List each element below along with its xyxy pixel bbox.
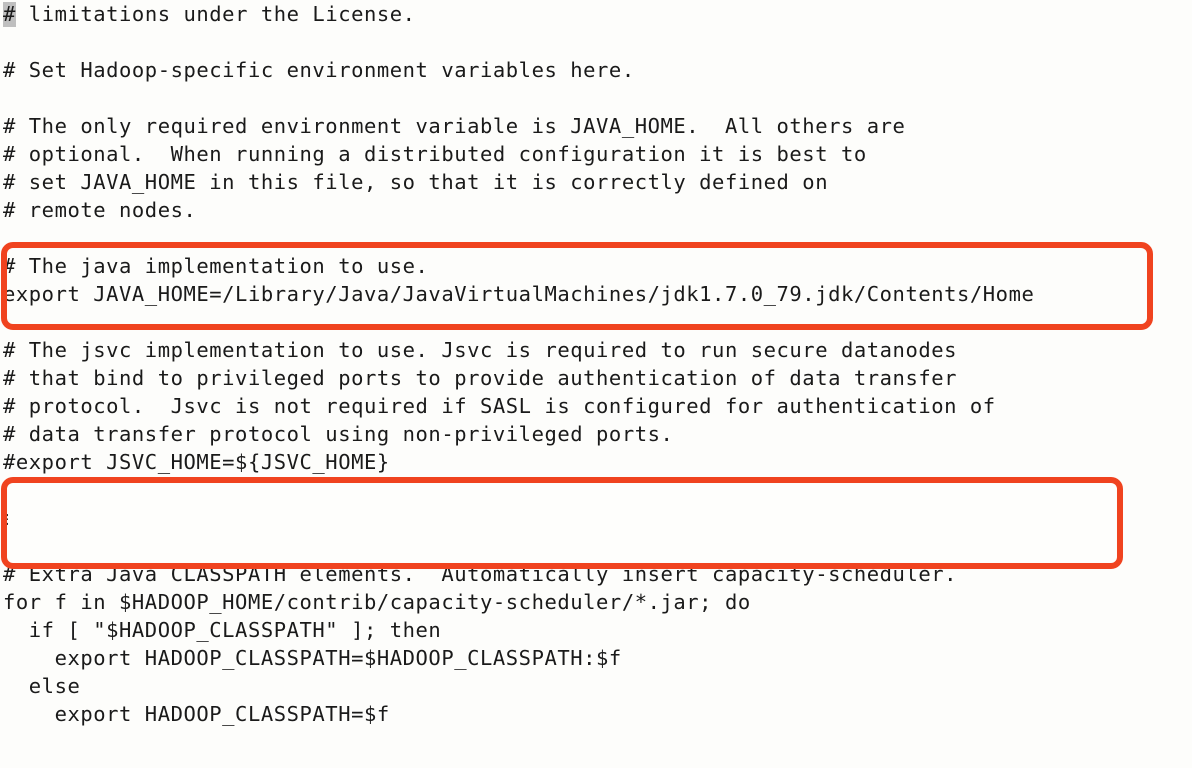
code-line-text: # optional. When running a distributed c… — [3, 142, 867, 166]
code-line-text: # set JAVA_HOME in this file, so that it… — [3, 170, 829, 194]
code-line-text: # Set Hadoop-specific environment variab… — [3, 58, 635, 82]
code-line-text: for f in $HADOOP_HOME/contrib/capacity-s… — [3, 590, 751, 614]
code-line[interactable]: # optional. When running a distributed c… — [0, 140, 1192, 168]
code-line-text: # The only required environment variable… — [3, 114, 906, 138]
code-line[interactable] — [0, 476, 1192, 504]
code-line[interactable] — [0, 756, 1192, 768]
code-line-text: # The jsvc implementation to use. Jsvc i… — [3, 338, 958, 362]
code-line-text: # that bind to privileged ports to provi… — [3, 366, 958, 390]
code-line-text: # protocol. Jsvc is not required if SASL… — [3, 394, 996, 418]
code-line-java-home-export[interactable]: export JAVA_HOME=/Library/Java/JavaVirtu… — [0, 280, 1192, 308]
code-line[interactable]: if [ "$HADOOP_CLASSPATH" ]; then — [0, 616, 1192, 644]
code-line-text: export HADOOP_CLASSPATH=$HADOOP_CLASSPAT… — [3, 646, 622, 670]
code-line-text: # data transfer protocol using non-privi… — [3, 422, 674, 446]
code-line-java-comment[interactable]: # The java implementation to use. — [0, 252, 1192, 280]
code-line[interactable]: #export JSVC_HOME=${JSVC_HOME} — [0, 448, 1192, 476]
code-line-text: export JAVA_HOME=/Library/Java/JavaVirtu… — [3, 282, 1035, 306]
code-line[interactable]: # Set Hadoop-specific environment variab… — [0, 56, 1192, 84]
code-line[interactable] — [0, 532, 1192, 560]
text-cursor-block: # — [3, 2, 16, 27]
code-line[interactable]: # The jsvc implementation to use. Jsvc i… — [0, 336, 1192, 364]
code-line[interactable]: export HADOOP_CLASSPATH=$HADOOP_CLASSPAT… — [0, 644, 1192, 672]
code-line[interactable] — [0, 84, 1192, 112]
code-line[interactable]: # protocol. Jsvc is not required if SASL… — [0, 392, 1192, 420]
code-line[interactable]: # The only required environment variable… — [0, 112, 1192, 140]
editor-screen: # limitations under the License. # Set H… — [0, 0, 1192, 768]
code-line-text: # remote nodes. — [3, 198, 197, 222]
code-line[interactable]: for f in $HADOOP_HOME/contrib/capacity-s… — [0, 588, 1192, 616]
code-line[interactable] — [0, 28, 1192, 56]
code-line[interactable]: else — [0, 672, 1192, 700]
code-line[interactable] — [0, 728, 1192, 756]
code-line-text: limitations under the License. — [15, 2, 416, 26]
code-line[interactable] — [0, 308, 1192, 336]
code-line[interactable]: # set JAVA_HOME in this file, so that it… — [0, 168, 1192, 196]
code-line[interactable]: # that bind to privileged ports to provi… — [0, 364, 1192, 392]
code-line-text: else — [3, 674, 81, 698]
code-line-text: if [ "$HADOOP_CLASSPATH" ]; then — [3, 618, 442, 642]
code-line[interactable]: # data transfer protocol using non-privi… — [0, 420, 1192, 448]
code-editor-text-area[interactable]: # limitations under the License. # Set H… — [0, 0, 1192, 768]
code-line-text: #export JSVC_HOME=${JSVC_HOME} — [3, 450, 390, 474]
code-line[interactable]: # remote nodes. — [0, 196, 1192, 224]
code-line[interactable]: # limitations under the License. — [0, 0, 1192, 28]
code-line[interactable]: # Extra Java CLASSPATH elements. Automat… — [0, 560, 1192, 588]
code-line[interactable]: export HADOOP_CLASSPATH=$f — [0, 700, 1192, 728]
code-line-hadoop-conf-dir-export[interactable]: export HADOOP_CONF_DIR=/Users/FengZhen/D… — [0, 504, 1192, 532]
code-line-text: # Extra Java CLASSPATH elements. Automat… — [3, 562, 958, 586]
code-line-text: # The java implementation to use. — [3, 254, 429, 278]
code-line-text: export HADOOP_CLASSPATH=$f — [3, 702, 390, 726]
code-line[interactable] — [0, 224, 1192, 252]
code-line-text: export HADOOP_CONF_DIR=/Users/FengZhen/D… — [3, 506, 996, 530]
